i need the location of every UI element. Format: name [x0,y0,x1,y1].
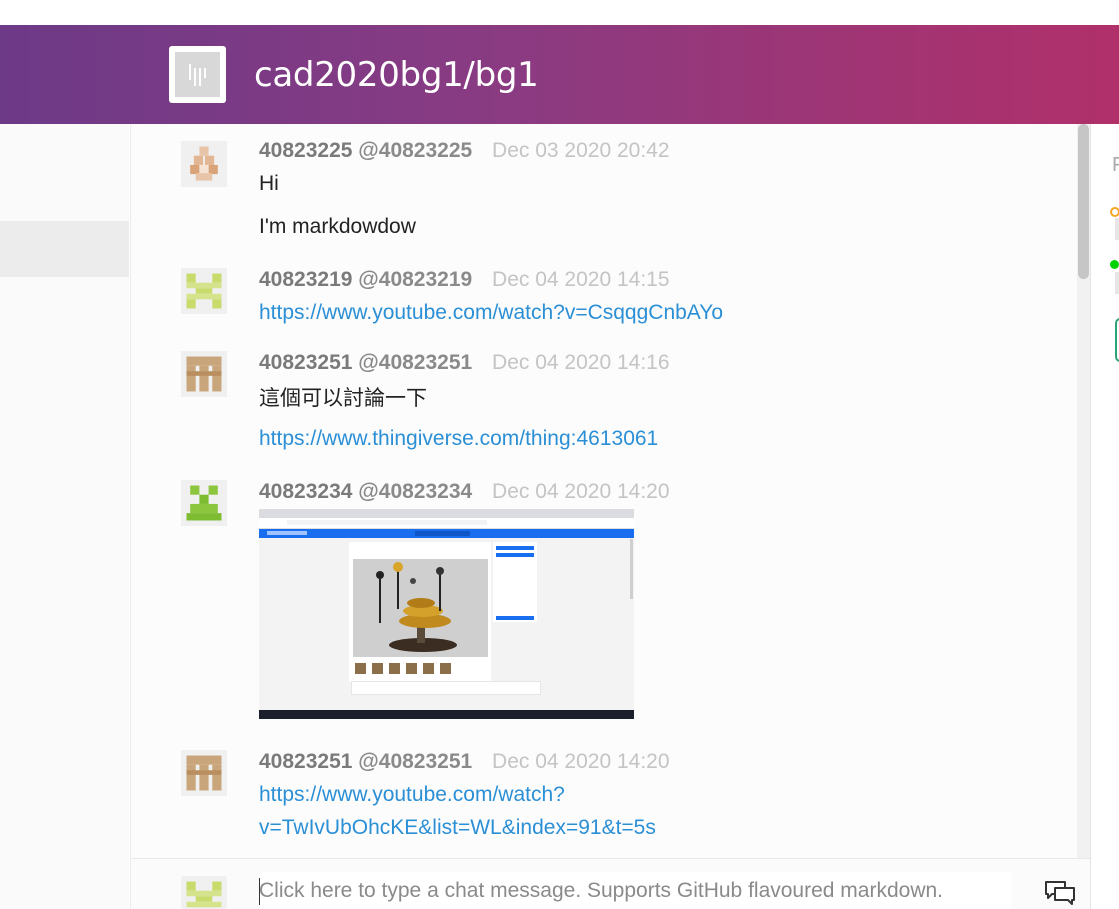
image-browser-tabs [259,509,634,518]
text-caret [259,878,260,905]
sender-username[interactable]: @40823219 [358,268,472,291]
chat-scrollbar-thumb[interactable] [1078,124,1089,279]
image-download-button [496,546,534,550]
identicon-lime-icon [181,876,227,909]
message-link[interactable]: https://www.youtube.com/watch? [259,783,565,807]
message-meta: 40823234 @40823234 Dec 04 2020 14:20 [259,480,670,504]
message-meta: 40823251 @40823251 Dec 04 2020 14:16 [259,351,670,375]
message-link[interactable]: https://www.thingiverse.com/thing:461306… [259,427,658,451]
message-text: 這個可以討論一下 [259,386,427,410]
message-timestamp[interactable]: Dec 04 2020 14:16 [492,351,669,374]
sender-display-name[interactable]: 40823225 [259,139,352,162]
message-text: I'm markdowdow [259,215,416,238]
message-timestamp[interactable]: Dec 04 2020 14:15 [492,268,669,291]
message-meta: 40823219 @40823219 Dec 04 2020 14:15 [259,268,670,292]
sender-username[interactable]: @40823251 [358,351,472,374]
sender-username[interactable]: @40823225 [358,139,472,162]
message-meta: 40823225 @40823225 Dec 03 2020 20:42 [259,139,670,163]
identicon-tan-diamond-icon [181,141,227,187]
sender-display-name[interactable]: 40823234 [259,480,352,503]
user-avatar[interactable] [181,351,227,397]
current-user-avatar[interactable] [181,876,227,909]
away-status-icon [1110,207,1119,217]
message-link[interactable]: https://www.youtube.com/watch?v=CsqqgCnb… [259,301,723,325]
browser-top-strip [0,0,1119,25]
message-timestamp[interactable]: Dec 04 2020 14:20 [492,750,669,773]
left-menu-selected-item[interactable] [0,221,129,277]
message-image[interactable] [259,509,634,719]
image-sidebar-button [496,616,534,620]
image-orrery-photo [353,559,488,657]
sender-display-name[interactable]: 40823251 [259,750,352,773]
room-title: cad2020bg1/bg1 [254,55,539,95]
gitter-logo-icon [189,64,206,86]
sender-display-name[interactable]: 40823219 [259,268,352,291]
image-taskbar [259,710,634,719]
message-text: Hi [259,172,279,195]
user-avatar[interactable] [181,750,227,796]
image-site-logo [267,531,307,535]
image-site-search [415,531,470,536]
message-timestamp[interactable]: Dec 04 2020 14:20 [492,480,669,503]
image-thumbnails [355,661,465,674]
chat-message-input[interactable] [259,872,1011,909]
orrery-model-icon [353,559,488,657]
identicon-green-icon [181,480,227,526]
message-timestamp[interactable]: Dec 03 2020 20:42 [492,139,669,162]
image-scrollbar [630,539,633,599]
user-avatar[interactable] [181,480,227,526]
identicon-brown-icon [181,750,227,796]
chat-bubbles-icon[interactable] [1043,879,1077,907]
user-avatar[interactable] [181,141,227,187]
identicon-lime-icon [181,268,227,314]
image-sidebar-button [496,553,534,557]
user-avatar[interactable] [181,268,227,314]
identicon-brown-icon [181,351,227,397]
right-panel-avatar[interactable] [1115,272,1119,294]
image-url-field [287,520,487,525]
room-avatar[interactable] [169,46,226,103]
right-panel-avatar[interactable] [1115,218,1119,240]
sender-username[interactable]: @40823251 [358,750,472,773]
right-panel-heading: F [1112,154,1119,176]
sender-display-name[interactable]: 40823251 [259,351,352,374]
message-link[interactable]: v=TwIvUbOhcKE&list=WL&index=91&t=5s [259,816,656,840]
message-meta: 40823251 @40823251 Dec 04 2020 14:20 [259,750,670,774]
sender-username[interactable]: @40823234 [358,480,472,503]
right-panel-button[interactable] [1115,318,1119,362]
image-stats-row [351,681,541,695]
right-toolbar-panel [1090,124,1119,909]
room-header: cad2020bg1/bg1 [0,25,1119,124]
online-status-icon [1110,260,1119,269]
